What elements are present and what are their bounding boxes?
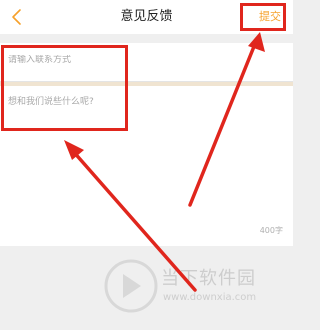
watermark-name: 当下软件园 — [161, 268, 256, 289]
feedback-textarea[interactable] — [8, 94, 278, 224]
section-gap — [0, 34, 293, 43]
watermark: 当下软件园 www.downxia.com — [103, 258, 283, 318]
nav-bar: 意见反馈 提交 — [0, 0, 293, 34]
contact-section — [0, 43, 293, 82]
contact-input[interactable] — [8, 55, 278, 65]
watermark-logo-icon — [104, 259, 158, 313]
feedback-section: 400字 — [0, 86, 293, 246]
char-limit-counter: 400字 — [259, 226, 283, 235]
watermark-url: www.downxia.com — [163, 292, 257, 303]
page-title: 意见反馈 — [120, 9, 173, 24]
submit-button[interactable]: 提交 — [259, 9, 281, 25]
